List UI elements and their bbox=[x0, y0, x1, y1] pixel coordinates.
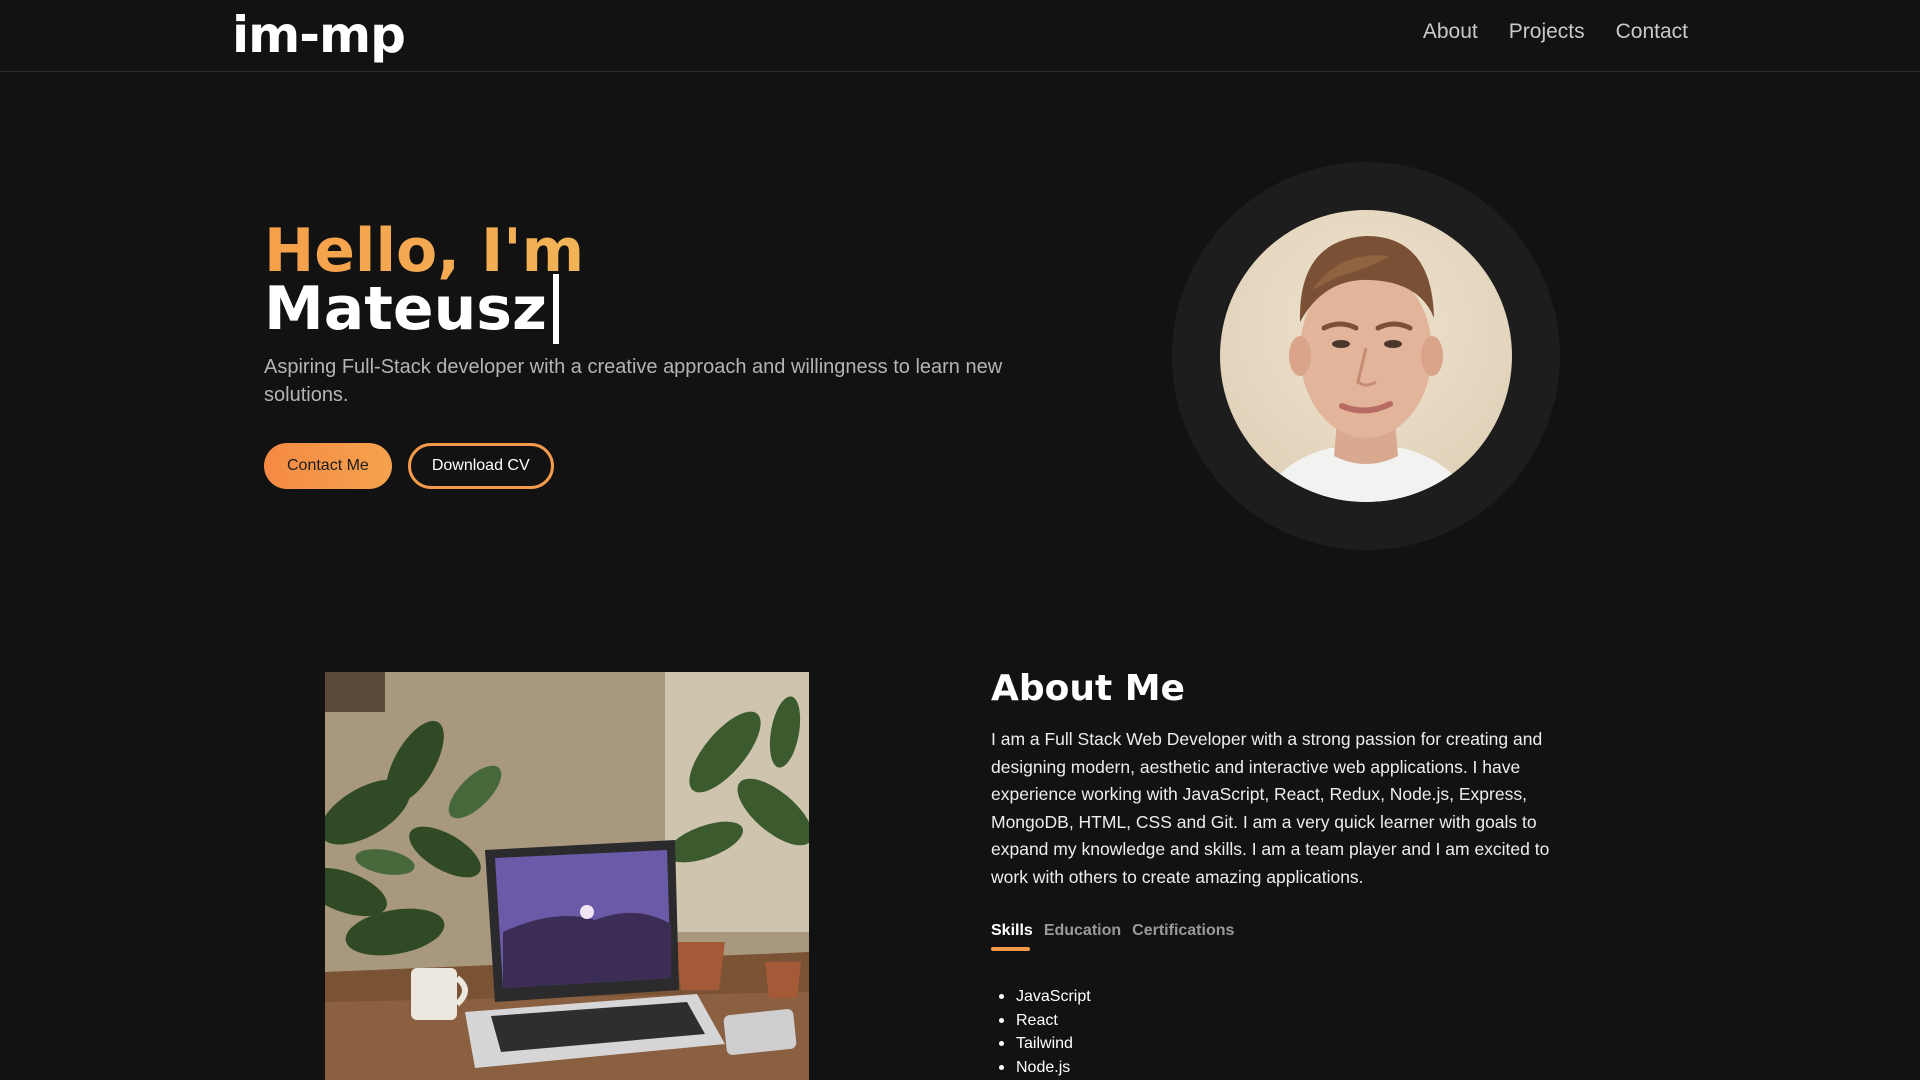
list-item: React bbox=[999, 1009, 1091, 1033]
navbar: im-mp About Projects Contact bbox=[0, 0, 1920, 72]
profile-photo-illustration bbox=[1260, 236, 1472, 502]
contact-me-button[interactable]: Contact Me bbox=[264, 443, 392, 489]
about-title: About Me bbox=[991, 668, 1185, 709]
list-item: Node.js bbox=[999, 1056, 1091, 1080]
nav-links: About Projects Contact bbox=[1423, 20, 1688, 44]
nav-link-contact[interactable]: Contact bbox=[1616, 20, 1688, 44]
skill-label: React bbox=[1016, 1011, 1058, 1029]
bullet-icon bbox=[999, 994, 1004, 1000]
typing-cursor bbox=[552, 274, 559, 344]
hero-description: Aspiring Full-Stack developer with a cre… bbox=[264, 356, 1003, 406]
download-cv-button[interactable]: Download CV bbox=[407, 443, 554, 489]
hero-name: Mateusz bbox=[264, 274, 559, 344]
bullet-icon bbox=[999, 1017, 1004, 1023]
bullet-icon bbox=[999, 1041, 1004, 1047]
about-tabs: Skills Education Certifications bbox=[991, 922, 1234, 951]
skill-label: Tailwind bbox=[1016, 1035, 1073, 1052]
hero-buttons: Contact Me Download CV bbox=[264, 443, 554, 489]
list-item: JavaScript bbox=[999, 985, 1091, 1009]
skills-list: JavaScript React Tailwind Node.js bbox=[999, 985, 1091, 1079]
tab-certifications[interactable]: Certifications bbox=[1132, 922, 1234, 951]
skill-label: JavaScript bbox=[1016, 988, 1091, 1005]
workspace-illustration bbox=[325, 672, 809, 1080]
avatar-ring bbox=[1172, 162, 1560, 550]
tab-skills[interactable]: Skills bbox=[991, 922, 1033, 951]
skill-label: Node.js bbox=[1016, 1058, 1071, 1076]
about-text: I am a Full Stack Web Developer with a s… bbox=[991, 729, 1550, 887]
site-logo[interactable]: im-mp bbox=[232, 6, 406, 64]
profile-photo bbox=[1220, 210, 1512, 502]
nav-link-projects[interactable]: Projects bbox=[1509, 20, 1585, 44]
hero-name-text: Mateusz bbox=[264, 274, 547, 344]
tab-education[interactable]: Education bbox=[1044, 922, 1121, 951]
nav-link-about[interactable]: About bbox=[1423, 20, 1478, 44]
bullet-icon bbox=[999, 1064, 1004, 1070]
list-item: Tailwind bbox=[999, 1032, 1091, 1056]
about-workspace-image bbox=[325, 672, 809, 1080]
